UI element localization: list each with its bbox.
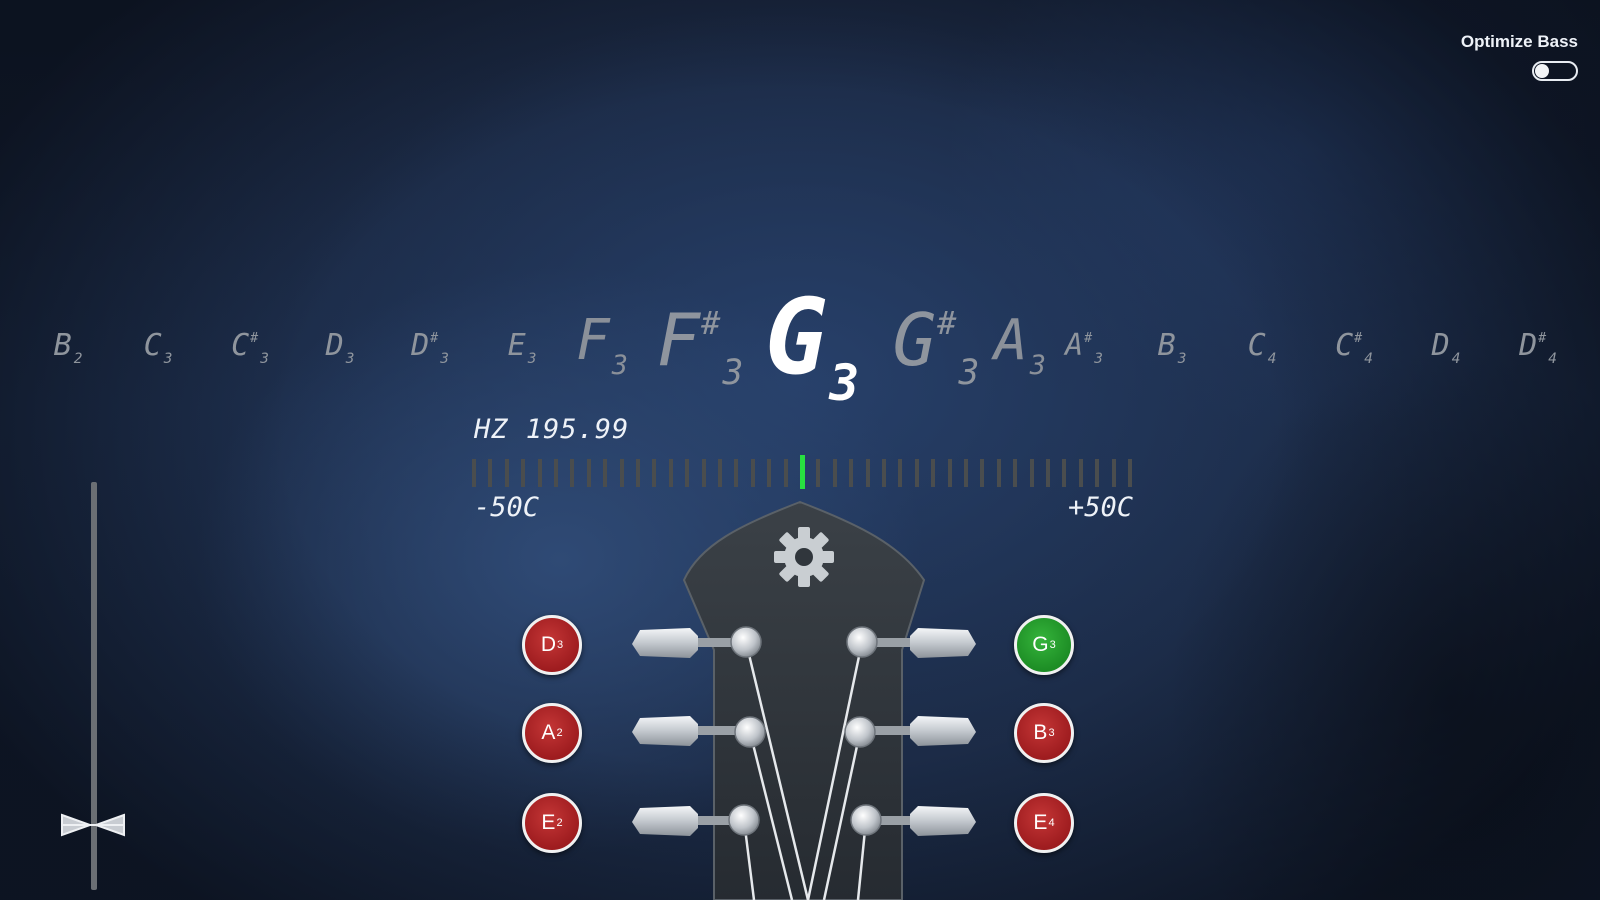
string-button-e4[interactable]: E4	[1014, 793, 1074, 853]
gear-icon	[774, 527, 834, 587]
string-note-label: E	[1033, 811, 1048, 834]
string-note-label: E	[541, 811, 556, 834]
guitar-headstock	[632, 500, 976, 900]
string-button-g3[interactable]: G3	[1014, 615, 1074, 675]
string-button-d3[interactable]: D3	[522, 615, 582, 675]
string-button-e2[interactable]: E2	[522, 793, 582, 853]
string-button-b3[interactable]: B3	[1014, 703, 1074, 763]
string-note-label: D	[540, 633, 557, 656]
string-note-label: A	[541, 721, 556, 744]
string-note-label: G	[1032, 633, 1049, 656]
string-note-label: B	[1033, 721, 1048, 744]
string-button-a2[interactable]: A2	[522, 703, 582, 763]
